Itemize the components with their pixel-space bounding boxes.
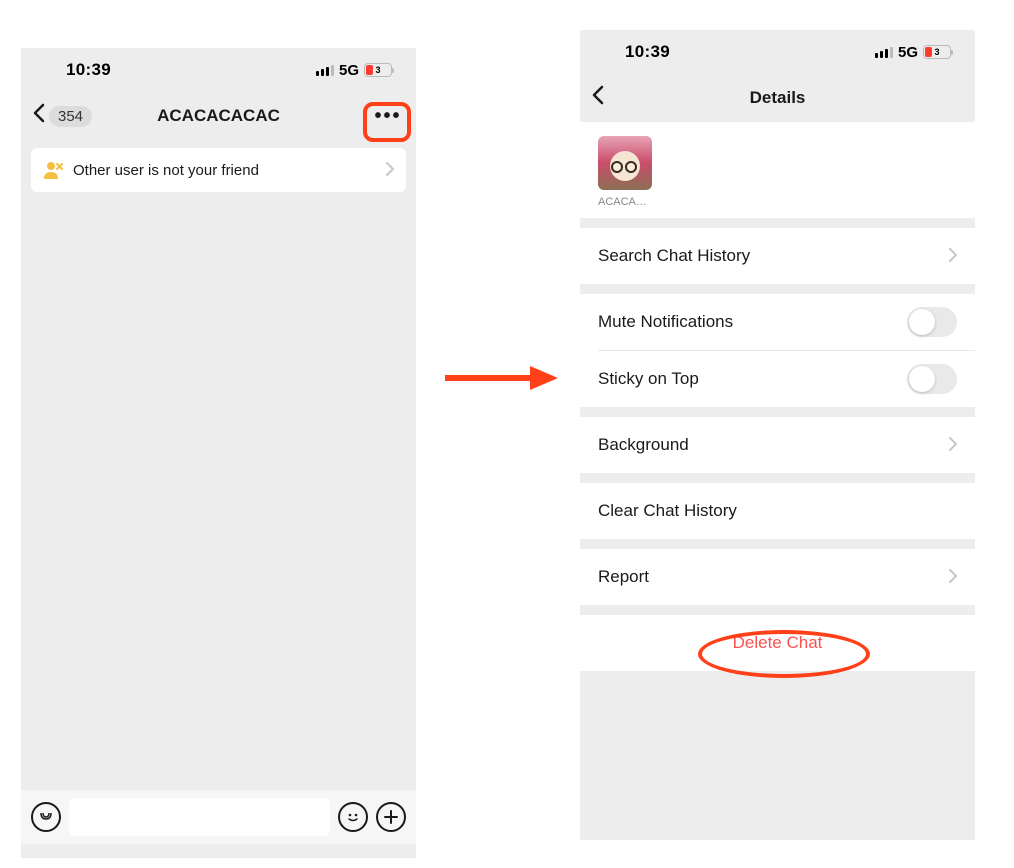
- background-item[interactable]: Background: [580, 417, 975, 473]
- status-right: 5G 3: [875, 44, 951, 61]
- mute-notifications-item: Mute Notifications: [580, 294, 975, 350]
- delete-chat-item[interactable]: Delete Chat: [580, 615, 975, 671]
- arrow-annotation: [440, 358, 560, 403]
- battery-icon: 3: [923, 45, 951, 59]
- more-button[interactable]: •••: [374, 102, 402, 130]
- plus-icon[interactable]: [376, 802, 406, 832]
- item-label: Search Chat History: [598, 246, 750, 266]
- search-chat-history-item[interactable]: Search Chat History: [580, 228, 975, 284]
- chevron-right-icon: [386, 160, 394, 181]
- unread-count: 354: [49, 106, 92, 127]
- chevron-right-icon: [949, 435, 957, 456]
- back-button[interactable]: 354: [33, 103, 92, 129]
- emoji-icon[interactable]: [338, 802, 368, 832]
- chat-nav-bar: 354 ACACACACAC •••: [21, 92, 416, 140]
- chevron-left-icon: [592, 85, 604, 111]
- details-title: Details: [750, 88, 806, 108]
- avatar[interactable]: [598, 136, 652, 190]
- chat-input-bar: [21, 790, 416, 844]
- not-friend-icon: [43, 161, 63, 179]
- chevron-left-icon: [33, 103, 45, 129]
- delete-label: Delete Chat: [733, 633, 823, 653]
- avatar-label: ACACA…: [598, 196, 652, 208]
- chat-title: ACACACACAC: [157, 106, 280, 126]
- chat-screen: 10:39 5G 3 354 ACACACACAC •••: [21, 48, 416, 858]
- item-label: Report: [598, 567, 649, 587]
- friend-notice-text: Other user is not your friend: [73, 162, 376, 179]
- network-label: 5G: [339, 62, 359, 79]
- user-block[interactable]: ACACA…: [580, 122, 975, 218]
- battery-icon: 3: [364, 63, 392, 77]
- status-bar: 10:39 5G 3: [21, 48, 416, 92]
- item-label: Sticky on Top: [598, 369, 699, 389]
- chevron-right-icon: [949, 567, 957, 588]
- item-label: Background: [598, 435, 689, 455]
- mute-toggle[interactable]: [907, 307, 957, 337]
- clear-chat-history-item[interactable]: Clear Chat History: [580, 483, 975, 539]
- report-item[interactable]: Report: [580, 549, 975, 605]
- message-input[interactable]: [69, 798, 330, 836]
- item-label: Mute Notifications: [598, 312, 733, 332]
- signal-icon: [316, 65, 334, 76]
- status-time: 10:39: [625, 42, 670, 62]
- network-label: 5G: [898, 44, 918, 61]
- back-button[interactable]: [592, 85, 604, 111]
- sticky-toggle[interactable]: [907, 364, 957, 394]
- status-bar: 10:39 5G 3: [580, 30, 975, 74]
- details-screen: 10:39 5G 3 Details ACACA: [580, 30, 975, 840]
- item-label: Clear Chat History: [598, 501, 737, 521]
- details-nav-bar: Details: [580, 74, 975, 122]
- chevron-right-icon: [949, 246, 957, 267]
- voice-input-icon[interactable]: [31, 802, 61, 832]
- status-right: 5G 3: [316, 62, 392, 79]
- friend-notice-card[interactable]: Other user is not your friend: [31, 148, 406, 192]
- status-time: 10:39: [66, 60, 111, 80]
- signal-icon: [875, 47, 893, 58]
- sticky-on-top-item: Sticky on Top: [580, 351, 975, 407]
